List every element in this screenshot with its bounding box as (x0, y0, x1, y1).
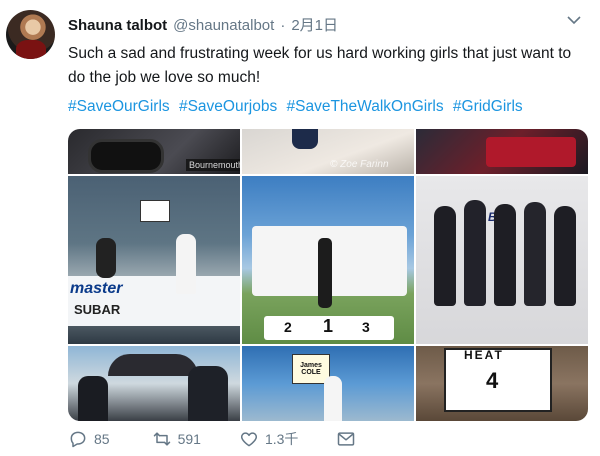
header-separator: · (280, 17, 286, 34)
wheel-shape (88, 139, 164, 173)
hashtag-list: #SaveOurGirls #SaveOurjobs #SaveTheWalkO… (68, 98, 528, 116)
sign-number: 4 (486, 368, 499, 393)
like-count: 1.3千 (264, 431, 299, 447)
photo-tile[interactable]: BMR (416, 176, 588, 344)
author-name[interactable]: Shauna talbot (68, 17, 167, 34)
podium-number: 3 (362, 319, 370, 335)
retweet-icon (153, 432, 170, 446)
photo-watermark: © Zoe Farinn (330, 159, 389, 170)
car-shape (486, 137, 576, 167)
photo-tile[interactable]: 2 1 3 (242, 176, 414, 344)
photo-tile[interactable] (416, 129, 588, 174)
person-figure (96, 238, 116, 278)
photo-tile[interactable]: Bournemouth (68, 129, 240, 174)
like-button[interactable]: 1.3千 (239, 429, 298, 449)
photo-tile[interactable]: James COLE (242, 346, 414, 421)
name-board (140, 200, 170, 222)
tweet-date[interactable]: 2月1日 (291, 14, 338, 35)
reply-count: 85 (94, 431, 110, 447)
hashtag-link[interactable]: #GridGirls (453, 98, 523, 115)
hashtag-link[interactable]: #SaveOurjobs (179, 98, 277, 115)
grid-girl-figure (176, 234, 196, 294)
retweet-button[interactable]: 591 (152, 429, 201, 449)
hashtag-link[interactable]: #SaveTheWalkOnGirls (287, 98, 444, 115)
chevron-down-icon[interactable] (566, 12, 582, 28)
media-grid: Bournemouth © Zoe Farinn master SUBAR 2 … (68, 129, 588, 421)
person-figure (78, 376, 108, 421)
hashtag-link[interactable]: #SaveOurGirls (68, 98, 170, 115)
retweet-count: 591 (177, 431, 201, 447)
reply-icon (70, 431, 86, 448)
reply-button[interactable]: 85 (68, 429, 110, 449)
name-board-text: James COLE (300, 362, 322, 376)
tweet-actions: 85 591 1.3千 (68, 428, 392, 450)
tile-caption: Bournemouth (186, 159, 240, 171)
photo-tile[interactable]: HEAT 4 (416, 346, 588, 421)
share-button[interactable] (336, 429, 362, 449)
author-handle[interactable]: @shaunatalbot (173, 17, 274, 34)
person-figure (188, 366, 228, 421)
photo-tile[interactable]: master SUBAR (68, 176, 240, 344)
envelope-icon (338, 432, 355, 446)
umbrella-shape (108, 354, 198, 376)
grid-girl-figure (318, 238, 332, 308)
podium-number: 1 (323, 316, 334, 336)
photo-tile[interactable]: © Zoe Farinn (242, 129, 414, 174)
tweet-text: Such a sad and frustrating week for us h… (68, 45, 572, 86)
tweet-header: Shauna talbot @shaunatalbot · 2月1日 (68, 14, 580, 36)
podium-number: 2 (284, 319, 292, 335)
grid-girls-group (430, 196, 580, 306)
figure-shape (292, 129, 318, 149)
heart-icon (240, 432, 257, 447)
car-livery-text: SUBAR (74, 302, 121, 317)
photo-tile[interactable] (68, 346, 240, 421)
author-avatar[interactable] (6, 10, 55, 59)
sign-title: HEAT (464, 348, 504, 362)
car-livery-text: master (70, 280, 123, 297)
grid-girl-figure (324, 376, 342, 421)
